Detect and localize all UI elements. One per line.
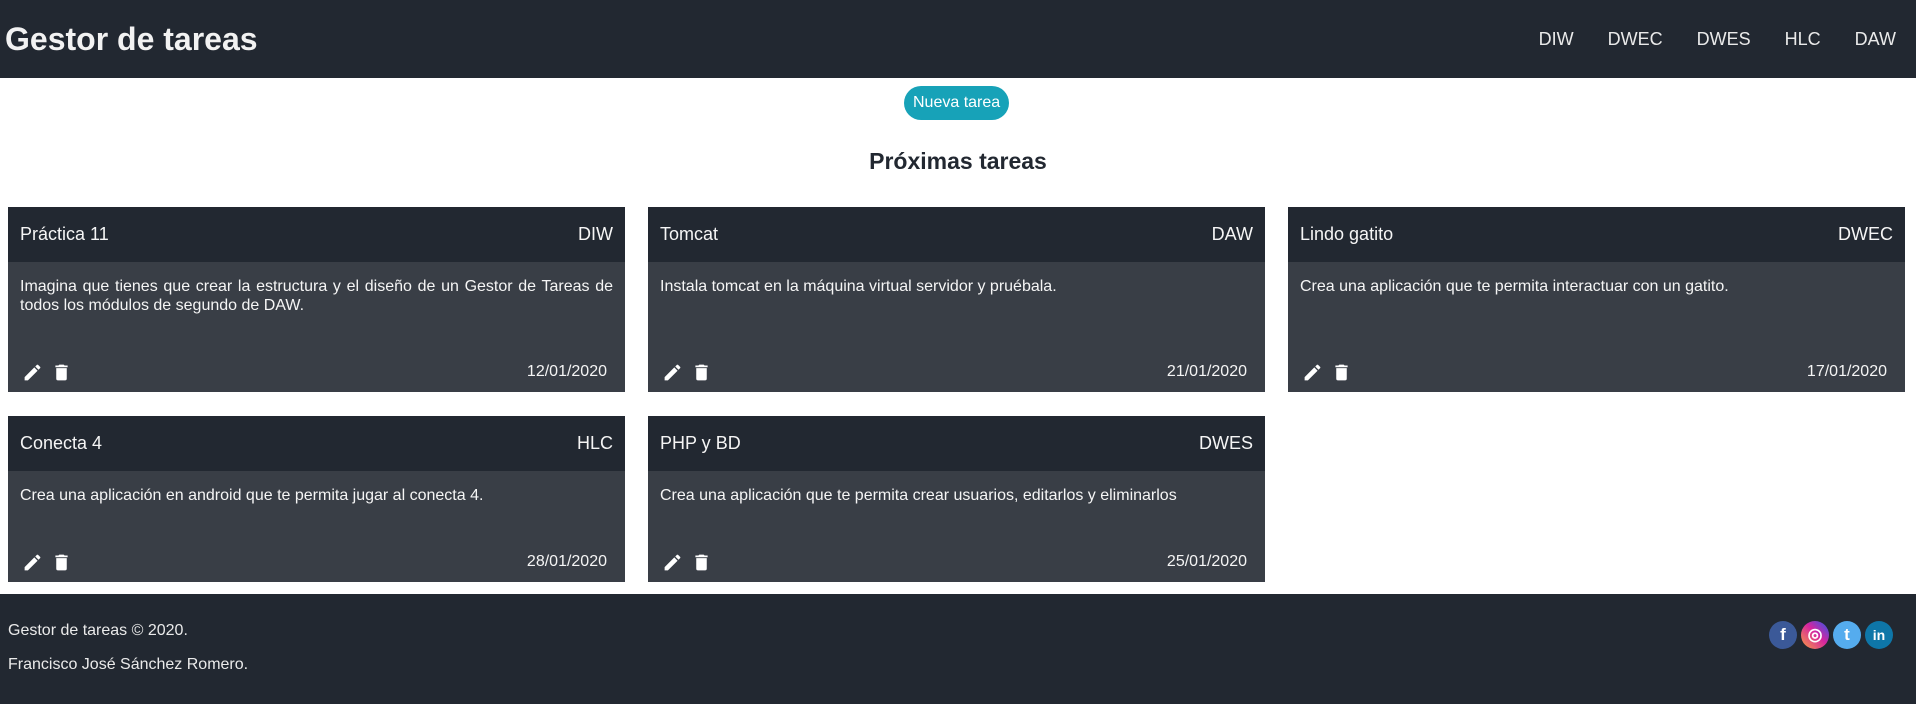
twitter-icon[interactable]: t [1833,621,1861,649]
task-title: Tomcat [660,224,719,244]
footer-copyright: Gestor de tareas © 2020. [8,622,188,639]
edit-icon[interactable] [662,552,683,573]
edit-icon[interactable] [1302,362,1323,383]
task-module: DAW [1211,224,1253,244]
instagram-icon[interactable]: ◎ [1801,621,1829,649]
task-card: Lindo gatito DWEC Crea una aplicación qu… [1288,207,1905,392]
task-date: 21/01/2020 [1166,363,1247,380]
task-card: PHP y BD DWES Crea una aplicación que te… [648,416,1265,582]
delete-icon[interactable] [51,362,72,383]
task-card-footer: 25/01/2020 [648,542,1265,582]
new-task-button[interactable]: Nueva tarea [904,86,1010,120]
top-navbar: Gestor de tareas DIW DWEC DWES HLC DAW [0,0,1916,78]
nav-link-dwec[interactable]: DWEC [1591,29,1680,50]
page-footer: Gestor de tareas © 2020. Francisco José … [0,594,1916,704]
task-card-header: PHP y BD DWES [648,416,1265,471]
edit-icon[interactable] [662,362,683,383]
nav-link-dwes[interactable]: DWES [1680,29,1768,50]
task-card-header: Tomcat DAW [648,207,1265,262]
task-module: DWES [1199,433,1253,453]
task-description: Crea una aplicación que te permita inter… [1300,278,1729,295]
brand-title[interactable]: Gestor de tareas [5,21,258,58]
task-module: DIW [578,224,613,244]
task-description: Imagina que tienes que crear la estructu… [20,278,613,314]
linkedin-icon[interactable]: in [1865,621,1893,649]
task-card-footer: 28/01/2020 [8,542,625,582]
delete-icon[interactable] [691,552,712,573]
task-card: Tomcat DAW Instala tomcat en la máquina … [648,207,1265,392]
footer-author: Francisco José Sánchez Romero. [8,656,249,673]
task-description: Instala tomcat en la máquina virtual ser… [660,278,1057,295]
delete-icon[interactable] [51,552,72,573]
task-date: 12/01/2020 [526,363,607,380]
task-card-header: Lindo gatito DWEC [1288,207,1905,262]
delete-icon[interactable] [691,362,712,383]
task-title: Lindo gatito [1300,224,1394,244]
task-card-footer: 12/01/2020 [8,352,625,392]
task-description: Crea una aplicación que te permita crear… [660,487,1177,504]
nav-link-daw[interactable]: DAW [1838,29,1896,50]
task-card: Conecta 4 HLC Crea una aplicación en and… [8,416,625,582]
page-title: Próximas tareas [869,148,1047,174]
task-card: Práctica 11 DIW Imagina que tienes que c… [8,207,625,392]
task-title: Práctica 11 [20,224,109,244]
nav-link-hlc[interactable]: HLC [1768,29,1838,50]
delete-icon[interactable] [1331,362,1352,383]
task-card-footer: 21/01/2020 [648,352,1265,392]
module-nav: DIW DWEC DWES HLC DAW [1522,29,1896,50]
task-description: Crea una aplicación en android que te pe… [20,487,484,504]
task-date: 17/01/2020 [1806,363,1887,380]
task-card-header: Conecta 4 HLC [8,416,625,471]
social-links: f ◎ t in [1769,621,1893,649]
nav-link-diw[interactable]: DIW [1522,29,1591,50]
task-title: Conecta 4 [20,433,103,453]
edit-icon[interactable] [22,362,43,383]
task-title: PHP y BD [660,433,741,453]
task-module: HLC [576,433,613,453]
task-date: 25/01/2020 [1166,553,1247,570]
facebook-icon[interactable]: f [1769,621,1797,649]
task-card-footer: 17/01/2020 [1288,352,1905,392]
task-date: 28/01/2020 [526,553,607,570]
task-card-header: Práctica 11 DIW [8,207,625,262]
edit-icon[interactable] [22,552,43,573]
task-module: DWEC [1838,224,1893,244]
